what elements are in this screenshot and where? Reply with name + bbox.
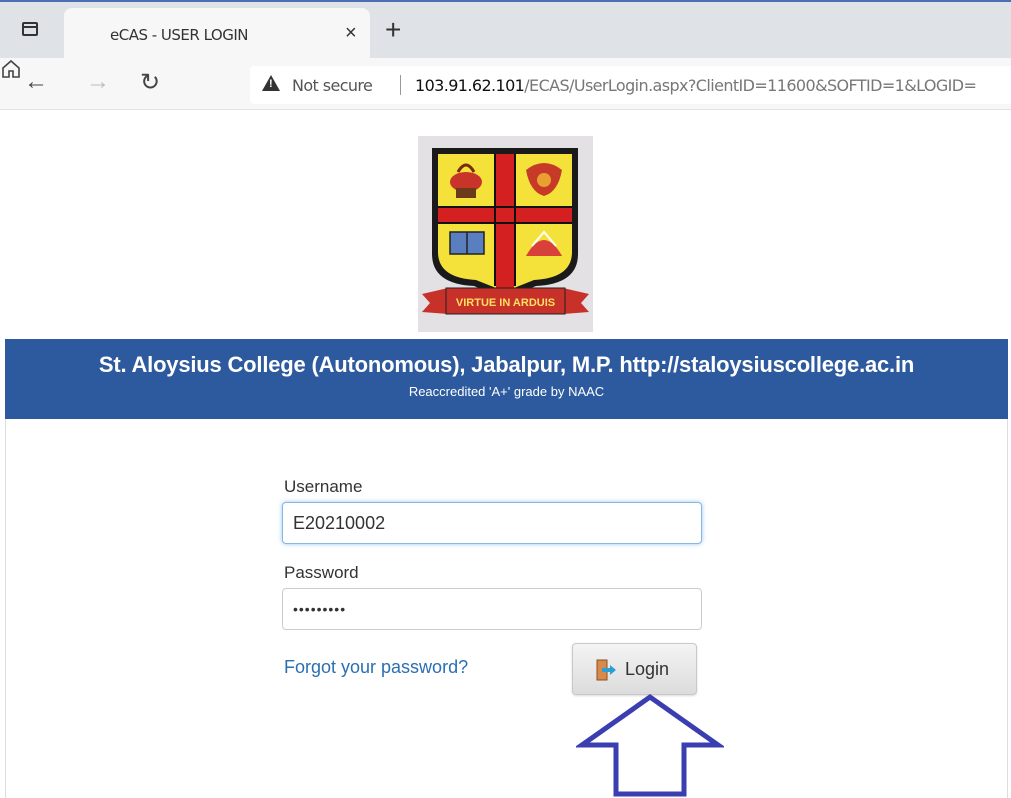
url-host: 103.91.62.101 (415, 76, 525, 95)
browser-navbar: ← → ↻ Not secure 103.91.62.101/ECAS/User… (0, 58, 1011, 110)
browser-tabstrip: eCAS - USER LOGIN × + (0, 0, 1011, 60)
address-divider (400, 75, 401, 95)
login-button[interactable]: Login (572, 643, 697, 695)
arrow-right-icon[interactable]: → (86, 68, 110, 96)
forgot-password-link[interactable]: Forgot your password? (284, 657, 468, 678)
home-icon[interactable] (0, 58, 22, 80)
up-arrow-icon (576, 693, 724, 797)
college-banner: St. Aloysius College (Autonomous), Jabal… (5, 339, 1008, 419)
username-label: Username (284, 477, 363, 496)
password-label: Password (284, 563, 359, 582)
warning-icon[interactable] (262, 75, 280, 91)
arrow-left-icon[interactable]: ← (24, 68, 48, 96)
url-text[interactable]: 103.91.62.101/ECAS/UserLogin.aspx?Client… (415, 76, 977, 95)
reload-icon[interactable]: ↻ (140, 68, 160, 97)
new-tab-icon[interactable]: + (385, 14, 401, 46)
url-path: /ECAS/UserLogin.aspx?ClientID=11600&SOFT… (524, 76, 977, 95)
window-icon[interactable] (22, 22, 38, 36)
college-crest-image: VIRTUE IN ARDUIS (422, 148, 589, 315)
close-icon[interactable]: × (345, 22, 357, 45)
browser-tab[interactable]: eCAS - USER LOGIN × (64, 8, 370, 60)
login-door-icon (596, 659, 616, 681)
accreditation-text: Reaccredited 'A+' grade by NAAC (408, 384, 605, 399)
address-bar[interactable]: Not secure 103.91.62.101/ECAS/UserLogin.… (250, 66, 1011, 104)
logo-motto: VIRTUE IN ARDUIS (456, 297, 555, 309)
username-input[interactable] (282, 502, 702, 544)
security-label[interactable]: Not secure (292, 76, 373, 95)
password-input[interactable] (282, 588, 702, 630)
login-button-label: Login (625, 659, 670, 679)
college-logo: VIRTUE IN ARDUIS (418, 136, 593, 332)
college-title: St. Aloysius College (Autonomous), Jabal… (98, 352, 915, 377)
page: { "browser": { "tab_title": "eCAS - USER… (0, 0, 1011, 798)
tab-title: eCAS - USER LOGIN (110, 26, 249, 44)
